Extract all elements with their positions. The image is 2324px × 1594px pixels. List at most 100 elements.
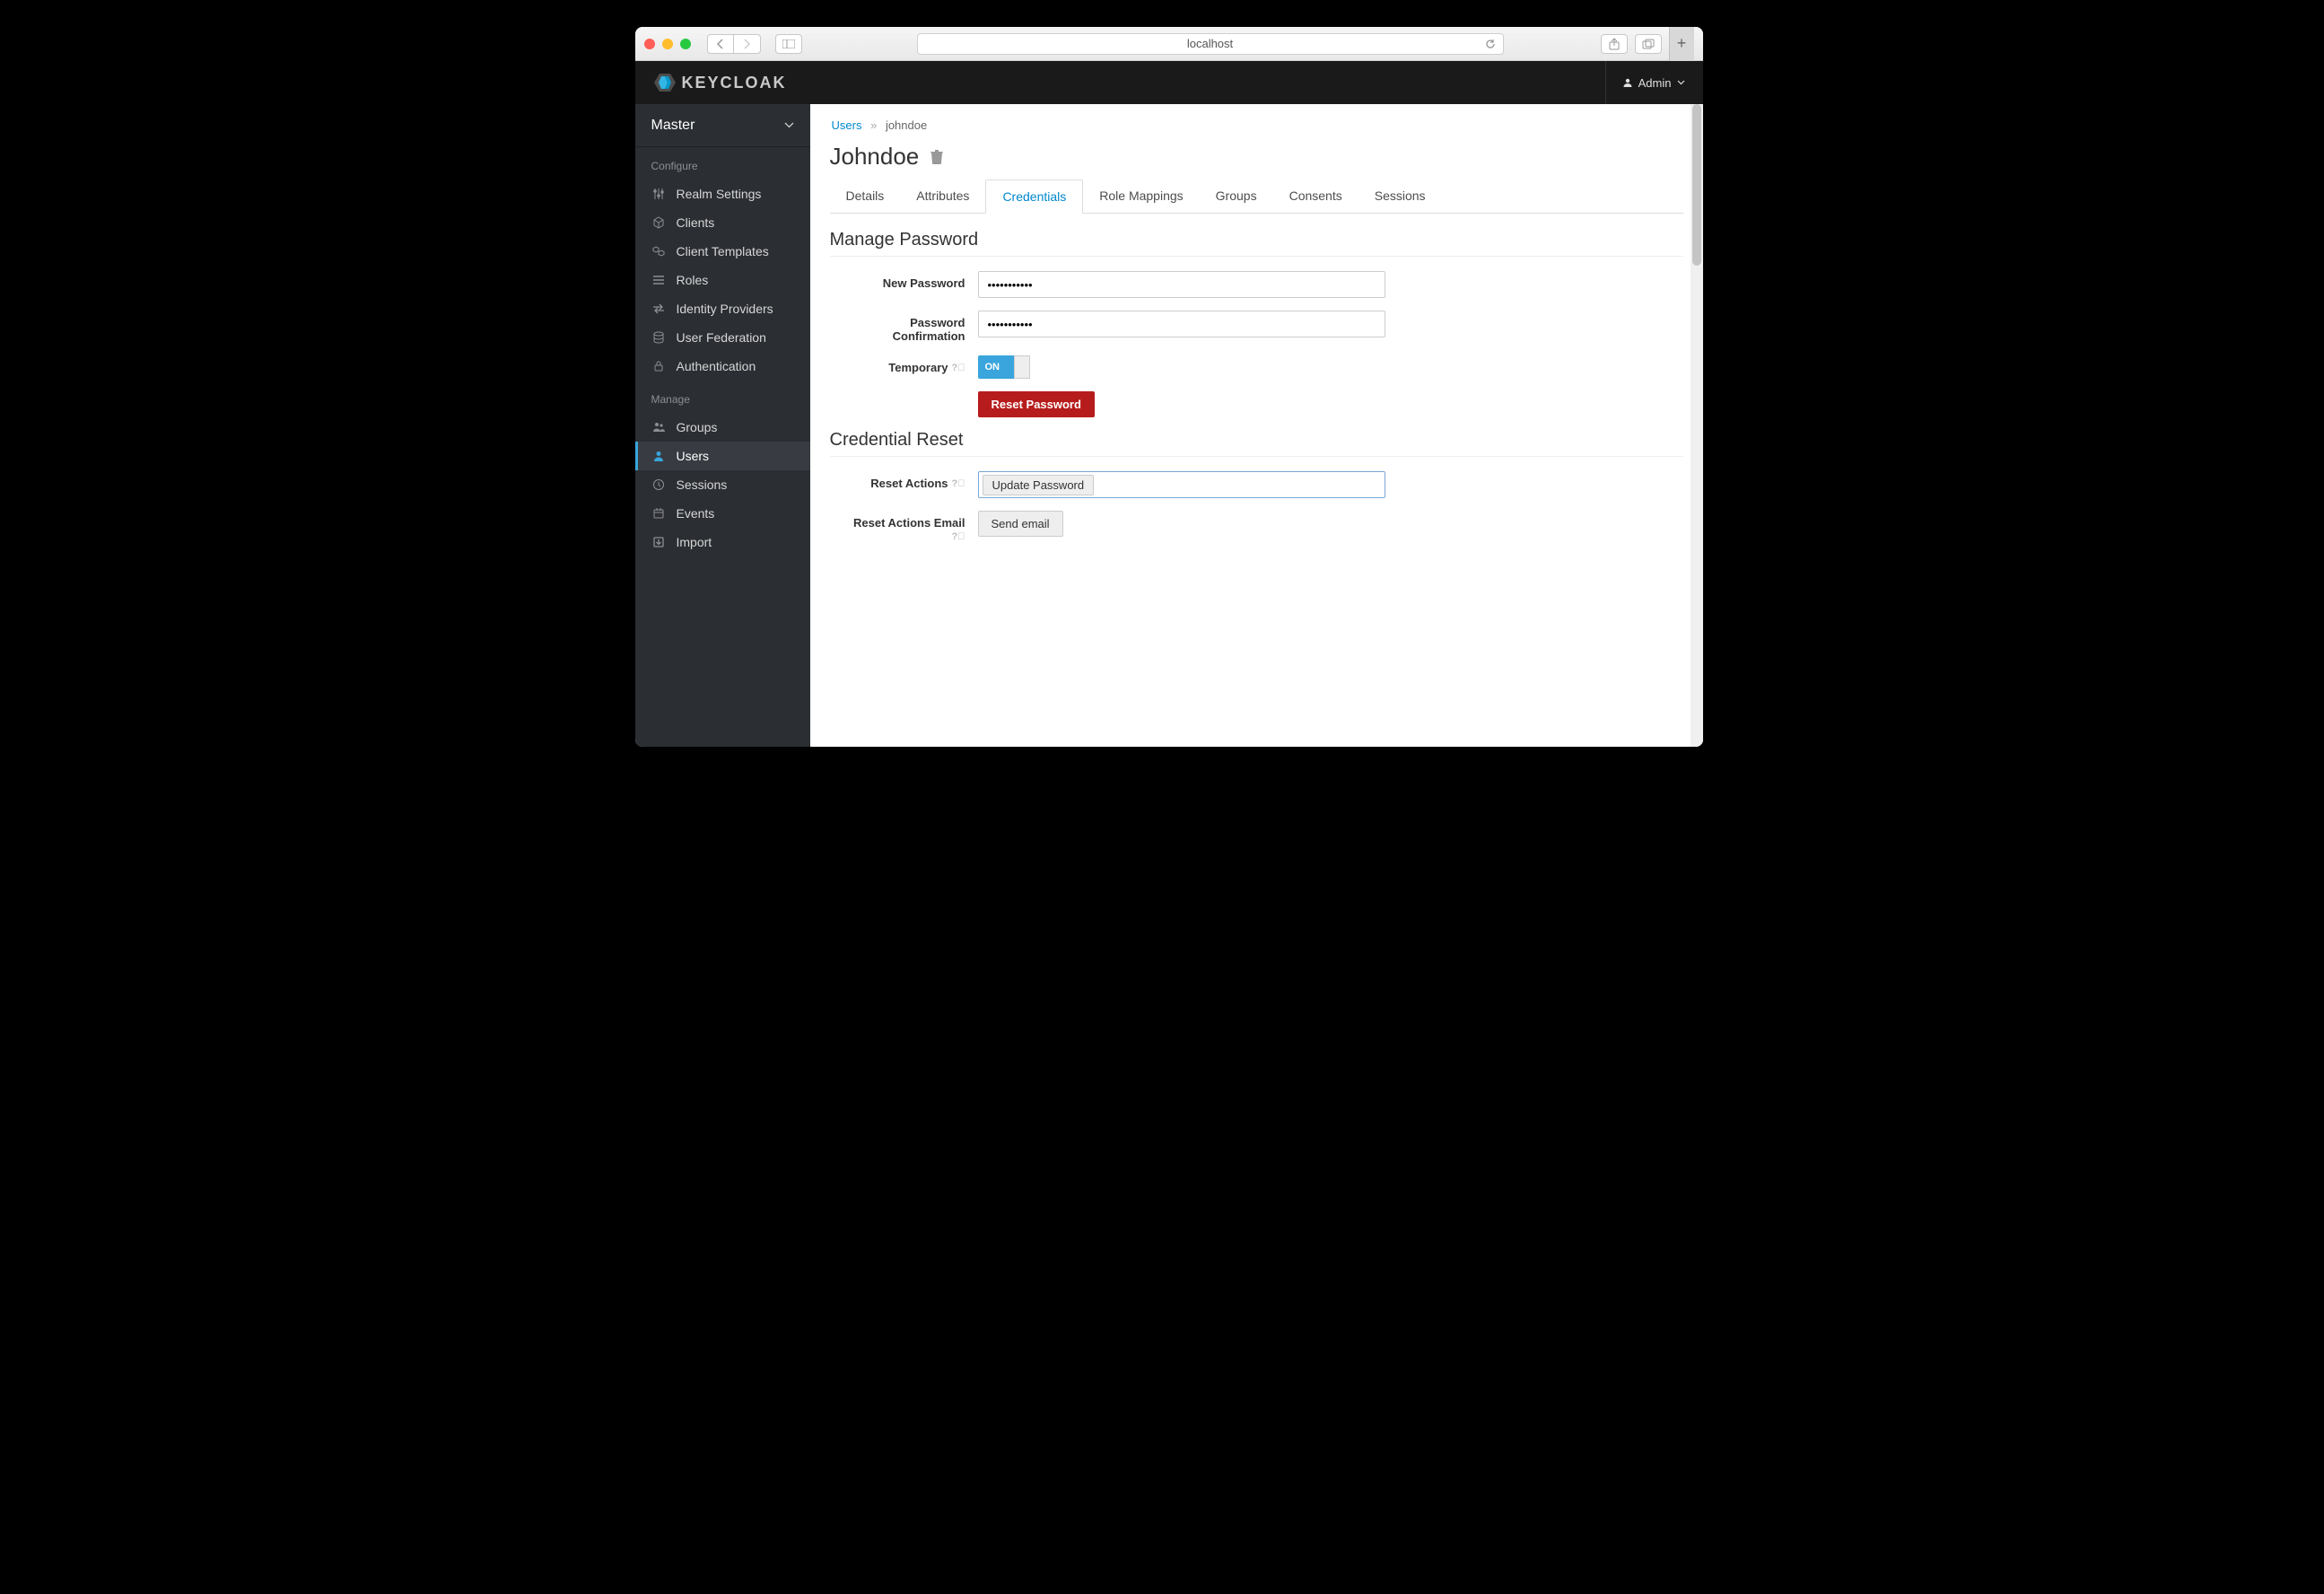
browser-chrome: localhost + bbox=[635, 27, 1703, 61]
sidebar-item-label: Identity Providers bbox=[677, 302, 773, 316]
new-password-label: New Password bbox=[830, 271, 978, 290]
help-icon[interactable]: ?⃝ bbox=[952, 363, 965, 373]
sidebar-item-clients[interactable]: Clients bbox=[635, 208, 810, 237]
sidebar-item-groups[interactable]: Groups bbox=[635, 413, 810, 442]
database-icon bbox=[651, 331, 666, 344]
reset-email-label-text: Reset Actions Email bbox=[853, 516, 965, 530]
password-confirmation-label: Password Confirmation bbox=[830, 311, 978, 343]
sidebar-item-authentication[interactable]: Authentication bbox=[635, 352, 810, 381]
reload-icon[interactable] bbox=[1485, 39, 1496, 49]
sidebar-section-configure: Configure bbox=[635, 147, 810, 180]
help-icon[interactable]: ?⃝ bbox=[952, 531, 965, 542]
trash-icon[interactable] bbox=[930, 149, 944, 165]
chevron-down-icon bbox=[1677, 80, 1685, 85]
exchange-icon bbox=[651, 302, 666, 315]
sidebar-item-label: Realm Settings bbox=[677, 187, 762, 201]
sidebar-toggle-button[interactable] bbox=[775, 34, 802, 54]
browser-window: localhost + KEYCLOAK Admin bbox=[635, 27, 1703, 747]
breadcrumb-separator: » bbox=[870, 118, 877, 132]
sidebar-item-roles[interactable]: Roles bbox=[635, 266, 810, 294]
sidebar-item-users[interactable]: Users bbox=[635, 442, 810, 470]
confirm-label-line2: Confirmation bbox=[893, 329, 965, 343]
sidebar-item-identity-providers[interactable]: Identity Providers bbox=[635, 294, 810, 323]
tab-credentials[interactable]: Credentials bbox=[985, 180, 1083, 214]
tab-role-mappings[interactable]: Role Mappings bbox=[1083, 180, 1199, 213]
confirm-label-line1: Password bbox=[910, 316, 965, 329]
forward-button[interactable] bbox=[734, 34, 761, 54]
toggle-knob bbox=[1014, 355, 1030, 379]
lock-icon bbox=[651, 360, 666, 372]
cube-icon bbox=[651, 216, 666, 229]
new-tab-button[interactable]: + bbox=[1669, 27, 1694, 61]
user-icon bbox=[1622, 77, 1633, 88]
tabs: Details Attributes Credentials Role Mapp… bbox=[830, 180, 1683, 214]
breadcrumb: Users » johndoe bbox=[832, 118, 1683, 132]
app-header: KEYCLOAK Admin bbox=[635, 61, 1703, 104]
password-confirmation-input[interactable] bbox=[978, 311, 1385, 337]
share-button[interactable] bbox=[1601, 34, 1628, 54]
sidebar: Master Configure Realm Settings Clients … bbox=[635, 104, 810, 747]
tabs-button[interactable] bbox=[1635, 34, 1662, 54]
send-email-button[interactable]: Send email bbox=[978, 511, 1063, 537]
user-menu[interactable]: Admin bbox=[1605, 61, 1685, 104]
tab-attributes[interactable]: Attributes bbox=[900, 180, 985, 213]
calendar-icon bbox=[651, 507, 666, 520]
sidebar-item-label: User Federation bbox=[677, 330, 766, 345]
sidebar-item-realm-settings[interactable]: Realm Settings bbox=[635, 180, 810, 208]
toggle-label: ON bbox=[978, 362, 1000, 372]
reset-action-chip[interactable]: Update Password bbox=[983, 475, 1095, 495]
tab-groups[interactable]: Groups bbox=[1200, 180, 1273, 213]
breadcrumb-users-link[interactable]: Users bbox=[832, 118, 862, 132]
section-credential-reset: Credential Reset bbox=[830, 430, 1683, 457]
temporary-label: Temporary ?⃝ bbox=[830, 355, 978, 374]
sidebar-item-label: Import bbox=[677, 535, 712, 549]
user-name: Admin bbox=[1638, 76, 1672, 90]
sidebar-item-label: Sessions bbox=[677, 477, 728, 492]
url-text: localhost bbox=[1187, 37, 1233, 50]
sidebar-item-import[interactable]: Import bbox=[635, 528, 810, 556]
reset-password-button[interactable]: Reset Password bbox=[978, 391, 1095, 417]
realm-selector[interactable]: Master bbox=[635, 104, 810, 147]
realm-name: Master bbox=[651, 118, 695, 134]
logo[interactable]: KEYCLOAK bbox=[653, 71, 787, 94]
tab-details[interactable]: Details bbox=[830, 180, 901, 213]
sidebar-item-label: Roles bbox=[677, 273, 709, 287]
sidebar-item-events[interactable]: Events bbox=[635, 499, 810, 528]
temporary-toggle[interactable]: ON bbox=[978, 355, 1030, 379]
sliders-icon bbox=[651, 188, 666, 200]
breadcrumb-current: johndoe bbox=[886, 118, 927, 132]
close-window-button[interactable] bbox=[644, 39, 655, 49]
page-title: Johndoe bbox=[830, 143, 1683, 171]
maximize-window-button[interactable] bbox=[680, 39, 691, 49]
logo-icon bbox=[653, 71, 677, 94]
sidebar-item-label: Authentication bbox=[677, 359, 756, 373]
reset-actions-select[interactable]: Update Password bbox=[978, 471, 1385, 498]
page-title-text: Johndoe bbox=[830, 143, 920, 171]
chevron-down-icon bbox=[784, 122, 794, 128]
scrollbar-thumb[interactable] bbox=[1692, 104, 1701, 266]
address-bar[interactable]: localhost bbox=[917, 33, 1504, 55]
minimize-window-button[interactable] bbox=[662, 39, 673, 49]
users-icon bbox=[651, 421, 666, 434]
sidebar-section-manage: Manage bbox=[635, 381, 810, 413]
temporary-label-text: Temporary bbox=[888, 361, 948, 374]
sidebar-item-label: Events bbox=[677, 506, 715, 521]
section-manage-password: Manage Password bbox=[830, 230, 1683, 257]
reset-actions-label-text: Reset Actions bbox=[870, 477, 948, 490]
cubes-icon bbox=[651, 245, 666, 258]
clock-icon bbox=[651, 478, 666, 491]
reset-actions-email-label: Reset Actions Email ?⃝ bbox=[830, 511, 978, 542]
sidebar-item-label: Users bbox=[677, 449, 710, 463]
tab-sessions[interactable]: Sessions bbox=[1359, 180, 1442, 213]
back-button[interactable] bbox=[707, 34, 734, 54]
sidebar-item-client-templates[interactable]: Client Templates bbox=[635, 237, 810, 266]
help-icon[interactable]: ?⃝ bbox=[952, 478, 965, 489]
scrollbar[interactable] bbox=[1691, 104, 1703, 747]
sidebar-item-sessions[interactable]: Sessions bbox=[635, 470, 810, 499]
window-controls bbox=[644, 39, 691, 49]
new-password-input[interactable] bbox=[978, 271, 1385, 298]
sidebar-item-user-federation[interactable]: User Federation bbox=[635, 323, 810, 352]
user-icon bbox=[651, 450, 666, 462]
list-icon bbox=[651, 274, 666, 286]
tab-consents[interactable]: Consents bbox=[1273, 180, 1359, 213]
